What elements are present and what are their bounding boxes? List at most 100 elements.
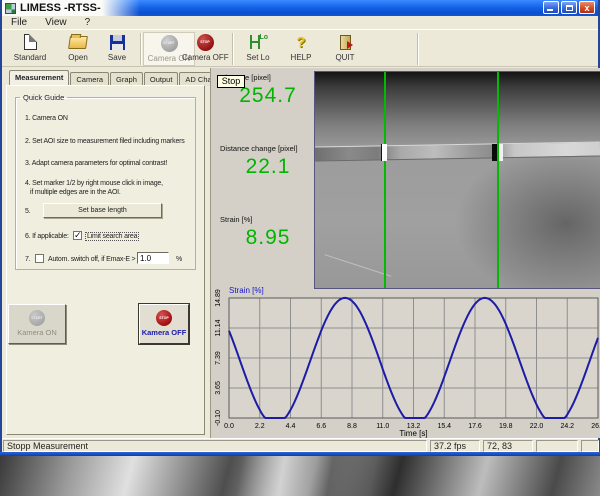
svg-text:26.4: 26.4 (591, 423, 600, 430)
toolbar-button-camera-off[interactable]: STOP Camera OFF (182, 32, 228, 66)
desktop-wallpaper (0, 456, 600, 496)
kamera-off-button[interactable]: STOP Kamera OFF (139, 304, 189, 344)
status-coords: 72, 83 (483, 440, 533, 452)
window-title: LIMESS -RTSS- (20, 2, 101, 14)
menu-item-view[interactable]: View (36, 17, 76, 28)
minimize-button[interactable] (543, 1, 559, 14)
svg-text:Time [s]: Time [s] (399, 429, 427, 438)
auto-switchoff-checkbox[interactable] (35, 254, 44, 263)
readout-strain: Strain [%] 8.95 (220, 215, 316, 250)
guide-step-6-label: 6. If applicable: (25, 233, 69, 240)
left-panel: Measurement Camera Graph Output AD Chann… (2, 68, 210, 438)
status-empty-2 (581, 440, 599, 452)
guide-step-1: 1. Camera ON (25, 115, 68, 122)
kamera-on-button[interactable]: START Kamera ON (8, 304, 66, 344)
stop-tooltip: Stop (217, 75, 245, 88)
readout-distance-change-label: Distance change [pixel] (220, 144, 316, 153)
main-area: Measurement Camera Graph Output AD Chann… (2, 68, 598, 438)
guide-step-3: 3. Adapt camera parameters for optimal c… (25, 160, 167, 167)
svg-text:2.2: 2.2 (255, 423, 265, 430)
emax-unit-label: % (176, 256, 182, 263)
toolbar-separator (417, 33, 419, 65)
limit-search-label[interactable]: Limit search area (86, 233, 138, 240)
right-panel: Distance [pixel] 254.7 Distance change [… (210, 68, 600, 438)
toolbar-button-quit[interactable]: QUIT (322, 32, 368, 66)
readout-distance-change: Distance change [pixel] 22.1 (220, 144, 316, 179)
svg-text:-0.10: -0.10 (215, 410, 222, 426)
readout-strain-label: Strain [%] (220, 215, 316, 224)
minimize-icon (547, 9, 553, 11)
guide-step-5-number: 5. (25, 208, 30, 215)
tab-camera[interactable]: Camera (70, 72, 109, 86)
start-circle-icon: START (29, 310, 45, 326)
status-message: Stopp Measurement (3, 440, 427, 452)
guide-step-7-number: 7. (25, 256, 30, 263)
svg-text:3.65: 3.65 (215, 381, 222, 395)
quick-guide-fieldset: Quick Guide 1. Camera ON 2. Set AOI size… (15, 93, 196, 270)
readout-strain-value: 8.95 (220, 226, 316, 250)
close-button[interactable]: x (579, 1, 595, 14)
guide-step-2: 2. Set AOI size to measurement filed inc… (25, 138, 185, 145)
menubar: File View ? (2, 16, 598, 29)
svg-text:11.0: 11.0 (376, 423, 389, 430)
toolbar-button-standard[interactable]: Standard (7, 32, 53, 66)
toolbar-button-save[interactable]: Save (94, 32, 140, 66)
maximize-icon (566, 5, 573, 11)
svg-text:24.2: 24.2 (560, 423, 574, 430)
stop-circle-icon: STOP (156, 310, 172, 326)
marker-1-highlight (381, 144, 387, 161)
set-lo-icon: Lo (248, 34, 268, 50)
camera-image (315, 72, 600, 288)
measurement-tab-page: Quick Guide 1. Camera ON 2. Set AOI size… (6, 85, 205, 435)
status-fps: 37.2 fps (430, 440, 480, 452)
tab-graph[interactable]: Graph (110, 72, 143, 86)
toolbar-button-set-lo[interactable]: Lo Set Lo (235, 32, 281, 66)
toolbar-separator (140, 33, 142, 65)
toolbar: Standard Open Save START Camera ON STOP … (2, 29, 598, 67)
close-icon: x (580, 2, 594, 13)
titlebar: LIMESS -RTSS- x (2, 0, 598, 16)
menu-item-file[interactable]: File (2, 17, 36, 28)
marker-line-right[interactable] (497, 72, 499, 288)
emax-threshold-input[interactable] (137, 252, 169, 264)
marker-2-highlight (499, 144, 503, 161)
menu-item-help[interactable]: ? (76, 17, 100, 28)
set-base-length-button[interactable]: Set base length (43, 203, 162, 218)
readout-distance-change-value: 22.1 (220, 155, 316, 179)
titlebar-left: LIMESS -RTSS- (2, 0, 152, 16)
strain-chart-area: 0.02.24.46.68.811.013.215.417.619.822.02… (212, 284, 600, 438)
tab-output[interactable]: Output (144, 72, 179, 86)
save-floppy-icon (110, 35, 125, 50)
guide-step-4: 4. Set marker 1/2 by right mouse click i… (25, 180, 163, 187)
svg-text:14.89: 14.89 (215, 289, 222, 307)
svg-text:Strain [%]: Strain [%] (229, 286, 264, 295)
svg-text:6.6: 6.6 (316, 423, 326, 430)
app-window: LIMESS -RTSS- x File View ? Standard Ope… (0, 0, 600, 456)
app-icon (5, 3, 16, 14)
svg-text:7.39: 7.39 (215, 351, 222, 365)
svg-text:4.4: 4.4 (286, 423, 296, 430)
guide-step-4b: if multiple edges are in the AOI. (30, 189, 121, 196)
svg-text:15.4: 15.4 (437, 423, 451, 430)
camera-start-icon: START (161, 35, 178, 52)
quick-guide-legend: Quick Guide (20, 93, 67, 102)
new-document-icon (24, 34, 37, 50)
svg-text:0.0: 0.0 (224, 423, 234, 430)
svg-text:11.14: 11.14 (215, 319, 222, 336)
toolbar-button-help[interactable]: ? HELP (278, 32, 324, 66)
toolbar-separator (232, 33, 234, 65)
statusbar: Stopp Measurement 37.2 fps 72, 83 (2, 438, 598, 452)
camera-view[interactable] (314, 71, 600, 289)
maximize-button[interactable] (561, 1, 577, 14)
tab-measurement[interactable]: Measurement (9, 70, 69, 86)
open-folder-icon (68, 36, 88, 49)
tab-bar: Measurement Camera Graph Output AD Chann… (9, 70, 237, 86)
marker-line-left[interactable] (384, 72, 386, 288)
limit-search-checkbox[interactable] (73, 231, 82, 240)
svg-text:17.6: 17.6 (468, 423, 482, 430)
quit-door-icon (340, 35, 351, 50)
svg-text:22.0: 22.0 (530, 423, 544, 430)
auto-switchoff-label: Autom. switch off, if Emax-E > (48, 256, 135, 263)
svg-text:19.8: 19.8 (499, 423, 513, 430)
camera-stop-icon: STOP (197, 34, 214, 51)
